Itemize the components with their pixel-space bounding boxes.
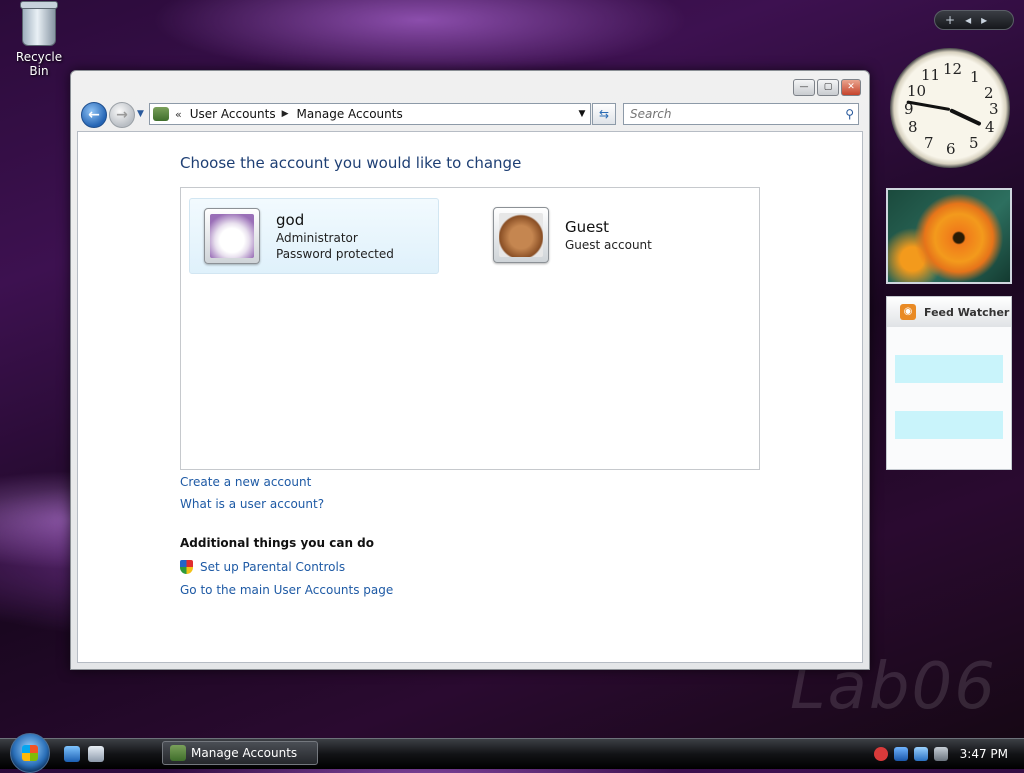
sidebar-toolbar: + ◂ ▸ [934, 10, 1014, 30]
shield-icon [180, 560, 193, 574]
account-password-status: Password protected [276, 247, 394, 261]
account-tile-guest[interactable]: Guest Guest account [479, 198, 727, 272]
page-title: Choose the account you would like to cha… [180, 154, 522, 172]
manage-accounts-window: — ▢ ✕ ← → ▼ « User Accounts ▶ Manage Acc… [70, 70, 870, 670]
parental-controls-label: Set up Parental Controls [200, 560, 346, 574]
clock-number: 7 [924, 134, 934, 152]
feed-header: ◉ Feed Watcher [887, 297, 1011, 327]
recent-pages-dropdown[interactable]: ▼ [137, 109, 144, 119]
feed-item[interactable] [895, 355, 1003, 383]
volume-muted-icon[interactable] [933, 747, 948, 761]
account-type: Administrator [276, 231, 358, 245]
refresh-button[interactable]: ⇆ [592, 103, 616, 125]
account-tile-god[interactable]: god Administrator Password protected [189, 198, 439, 274]
next-icon[interactable]: ▸ [981, 13, 987, 27]
content-pane: Choose the account you would like to cha… [77, 131, 863, 663]
navigation-bar: ← → ▼ « User Accounts ▶ Manage Accounts … [79, 101, 861, 129]
breadcrumb-overflow-icon[interactable]: « [175, 108, 182, 121]
cat-picture-icon [210, 214, 254, 258]
breadcrumb-manage-accounts[interactable]: Manage Accounts [297, 107, 403, 121]
taskbar-button-label: Manage Accounts [191, 746, 298, 760]
accounts-list: god Administrator Password protected Gue… [180, 187, 760, 470]
search-box[interactable]: ⚲ [623, 103, 859, 125]
forward-button[interactable]: → [109, 102, 135, 128]
account-name: Guest [565, 218, 610, 236]
additional-heading: Additional things you can do [180, 536, 375, 550]
taskbar: Manage Accounts 3:47 PM [0, 733, 1024, 773]
address-bar[interactable]: « User Accounts ▶ Manage Accounts ▼ [149, 103, 591, 125]
window-controls: — ▢ ✕ [793, 79, 861, 96]
account-type: Guest account [565, 238, 652, 252]
breadcrumb-separator-icon[interactable]: ▶ [282, 109, 289, 119]
network-icon[interactable] [893, 747, 908, 761]
switch-windows-icon[interactable] [88, 746, 104, 762]
breadcrumb-user-accounts[interactable]: User Accounts [190, 107, 276, 121]
user-accounts-icon [153, 107, 169, 121]
clock-number: 8 [908, 118, 918, 136]
security-alert-icon[interactable] [873, 747, 888, 761]
recycle-bin-icon[interactable]: Recycle Bin [6, 1, 72, 78]
maximize-button[interactable]: ▢ [817, 79, 839, 96]
search-icon[interactable]: ⚲ [845, 107, 854, 121]
address-dropdown-icon[interactable]: ▼ [574, 109, 590, 119]
add-gadget-icon[interactable]: + [945, 13, 955, 27]
system-tray: 3:47 PM [873, 739, 1024, 769]
clock-number: 5 [969, 134, 979, 152]
feed-item[interactable] [895, 327, 1003, 355]
clock-number: 6 [946, 140, 956, 158]
main-user-accounts-link[interactable]: Go to the main User Accounts page [180, 583, 393, 597]
slideshow-gadget[interactable] [886, 188, 1012, 284]
search-input[interactable] [628, 106, 832, 122]
start-button[interactable] [10, 733, 50, 773]
windows-update-icon[interactable] [913, 747, 928, 761]
previous-icon[interactable]: ◂ [965, 13, 971, 27]
what-is-account-link[interactable]: What is a user account? [180, 497, 324, 511]
minimize-button[interactable]: — [793, 79, 815, 96]
feed-watcher-gadget[interactable]: ◉ Feed Watcher [886, 296, 1012, 470]
clock-number: 11 [921, 66, 941, 84]
clock-number: 4 [985, 118, 995, 136]
hour-hand [949, 108, 982, 127]
account-picture [493, 207, 549, 263]
taskbar-button-manage-accounts[interactable]: Manage Accounts [162, 741, 318, 765]
user-accounts-icon [170, 745, 186, 761]
account-name: god [276, 211, 305, 229]
parental-controls-link[interactable]: Set up Parental Controls [180, 560, 345, 574]
clock-number: 1 [970, 68, 980, 86]
clock-number: 10 [907, 82, 927, 100]
close-button[interactable]: ✕ [841, 79, 861, 96]
back-button[interactable]: ← [81, 102, 107, 128]
clock-gadget[interactable]: 12 1 2 3 4 5 6 7 8 9 10 11 [890, 48, 1010, 168]
rss-icon: ◉ [900, 304, 916, 320]
feed-item[interactable] [895, 411, 1003, 439]
internet-explorer-icon[interactable] [64, 746, 80, 762]
trash-icon [20, 1, 58, 46]
feed-title: Feed Watcher [924, 305, 1010, 319]
account-picture [204, 208, 260, 264]
feed-item[interactable] [895, 383, 1003, 411]
create-account-link[interactable]: Create a new account [180, 475, 311, 489]
clock-number: 3 [989, 100, 999, 118]
recycle-bin-label: Recycle Bin [15, 50, 63, 78]
briefcase-picture-icon [499, 213, 543, 257]
windows-logo-icon [22, 745, 38, 761]
taskbar-clock[interactable]: 3:47 PM [960, 747, 1008, 761]
clock-number: 12 [943, 60, 963, 78]
